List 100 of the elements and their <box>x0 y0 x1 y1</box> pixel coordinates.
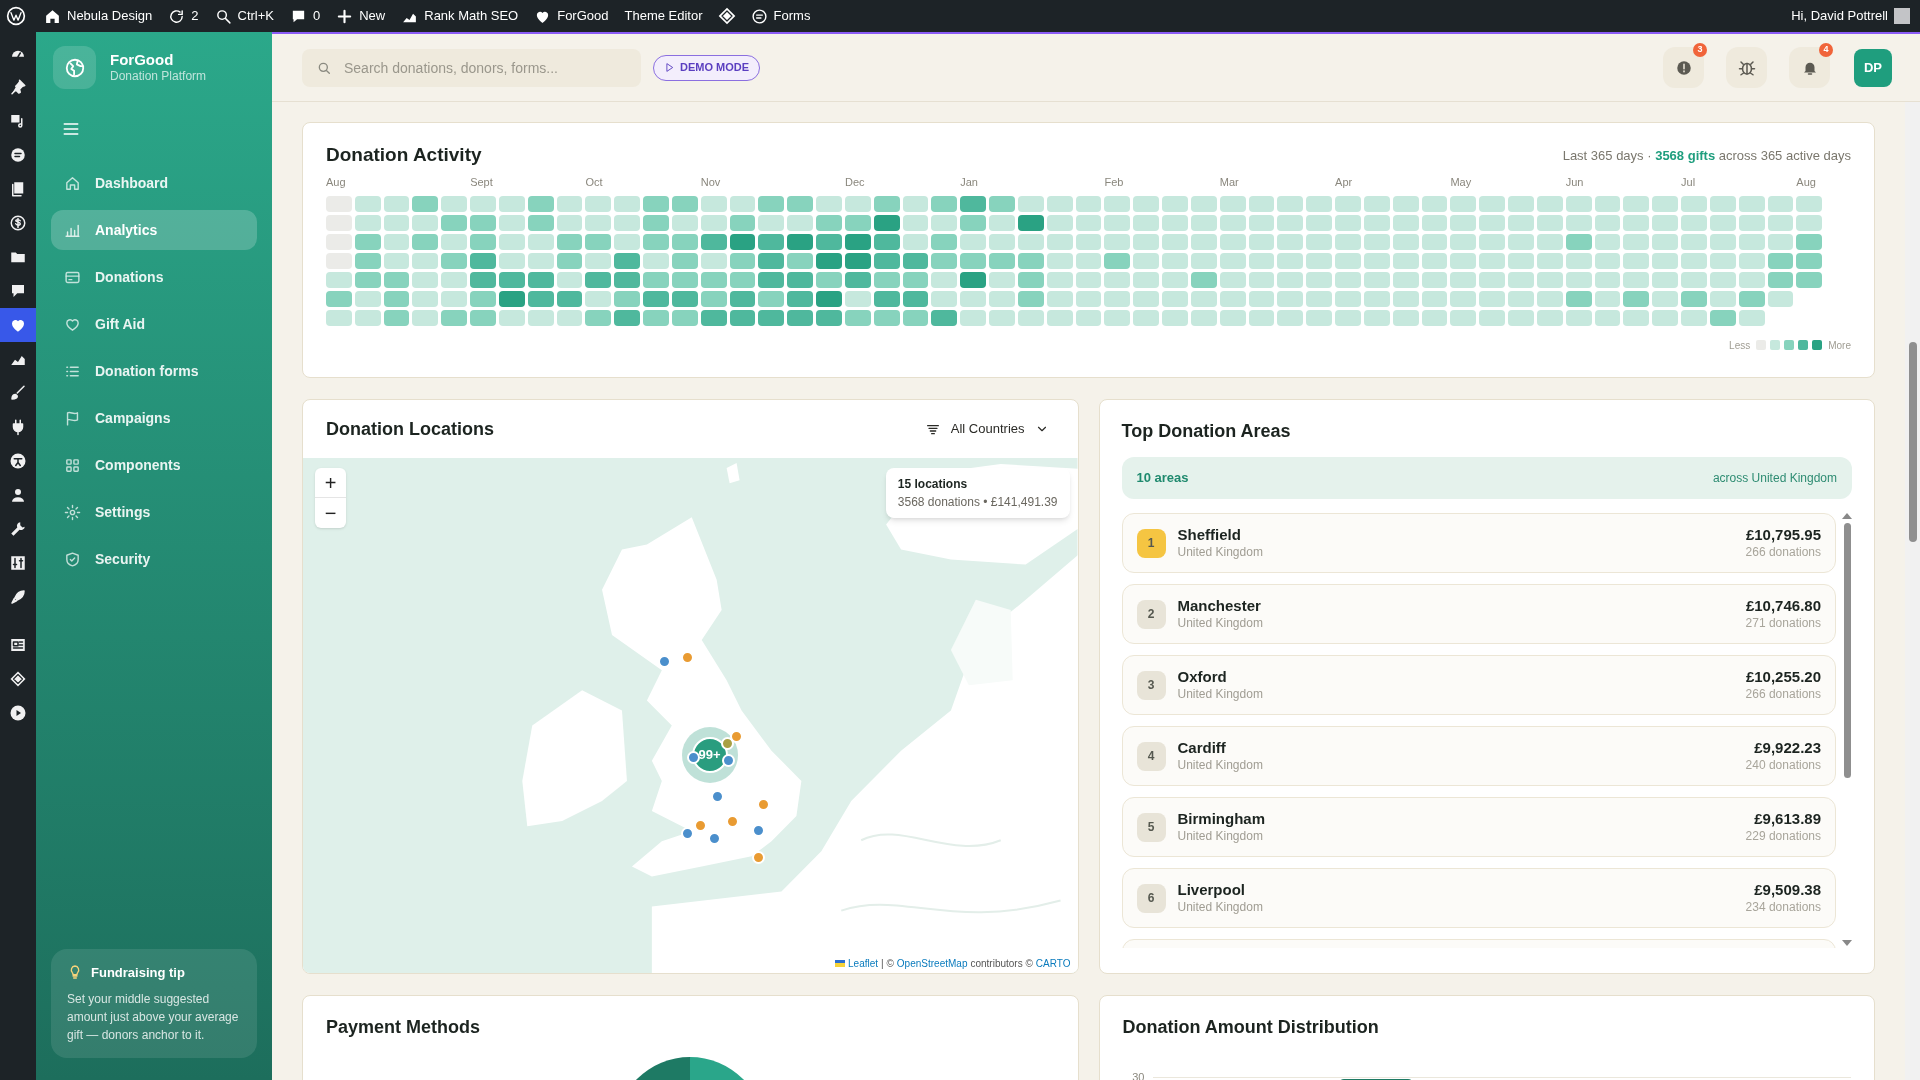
wordpress-logo-icon[interactable] <box>6 6 26 26</box>
globe-icon <box>63 56 86 79</box>
refresh-icon <box>168 7 186 25</box>
wrench-icon <box>9 520 27 538</box>
card-title: Payment Methods <box>326 1016 481 1039</box>
accessibility-icon <box>9 452 27 470</box>
count-badge: 3 <box>1693 43 1707 57</box>
attribution-link[interactable]: Leaflet <box>848 956 879 971</box>
donation-count: 266 donations <box>1745 686 1821 702</box>
area-amount: £9,509.38 <box>1754 881 1821 900</box>
area-name: Birmingham <box>1177 810 1266 829</box>
area-row[interactable]: 6 Liverpool United Kingdom £9,509.38 234 donations <box>1121 868 1836 928</box>
forms-icon <box>9 146 27 164</box>
month-label: Nov <box>700 174 721 190</box>
count-badge: 4 <box>1819 43 1833 57</box>
month-label: Jun <box>1565 174 1584 190</box>
admin-bar-link[interactable]: Nebula Design <box>36 0 161 32</box>
house-icon <box>64 174 81 192</box>
admin-bar-link[interactable]: 2 <box>160 0 207 32</box>
month-label: Jul <box>1681 174 1696 190</box>
rank-badge: 3 <box>1136 670 1166 700</box>
zoom-in-button[interactable]: + <box>315 468 346 498</box>
rank-badge: 5 <box>1136 812 1166 842</box>
month-label: Aug <box>1796 174 1816 190</box>
area-row[interactable]: 2 Manchester United Kingdom £10,746.80 271 donations <box>1121 584 1836 644</box>
area-row[interactable]: 4 Cardiff United Kingdom £9,922.23 240 donations <box>1121 726 1836 786</box>
search-icon <box>214 7 232 25</box>
diamond-icon[interactable] <box>716 6 737 26</box>
card-title: Top Donation Areas <box>1121 420 1292 443</box>
shield-icon <box>64 550 81 568</box>
legend-label: More <box>1828 338 1851 353</box>
nav-item[interactable]: Components <box>51 445 257 485</box>
month-label: Feb <box>1104 174 1124 190</box>
user-icon <box>9 486 27 504</box>
area-row[interactable]: 5 Birmingham United Kingdom £9,613.89 229 donations <box>1121 797 1836 857</box>
rank-badge: 4 <box>1136 741 1166 771</box>
card-title: Donation Amount Distribution <box>1122 1016 1380 1039</box>
brush-icon <box>9 384 27 402</box>
admin-bar-link[interactable]: ForGood <box>526 0 617 32</box>
area-row[interactable]: 1 Sheffield United Kingdom £10,795.95 266 donations <box>1121 513 1836 573</box>
forms-icon <box>750 7 768 25</box>
settings-icon <box>64 503 81 521</box>
debug-button[interactable] <box>1726 47 1767 88</box>
demo-mode-badge: DEMO MODE <box>653 54 761 81</box>
admin-bar-link[interactable]: New <box>328 0 394 32</box>
page-scrollbar[interactable] <box>1905 102 1920 1080</box>
grid-icon <box>64 456 81 474</box>
admin-bar-link[interactable]: 0 <box>282 0 329 32</box>
rank-badge: 6 <box>1136 883 1166 913</box>
month-label: May <box>1450 174 1472 190</box>
area-country: United Kingdom <box>1177 615 1264 631</box>
tooltip-detail: 3568 donations • £141,491.39 <box>897 494 1058 511</box>
activity-summary: Last 365 days · 3568 gifts across 365 active days <box>1562 146 1851 165</box>
area-country: United Kingdom <box>1177 544 1264 560</box>
card-title: Donation Locations <box>326 417 494 441</box>
legend-swatch <box>1812 340 1823 350</box>
area-name: Oxford <box>1177 668 1228 687</box>
month-label: Apr <box>1335 174 1353 190</box>
bug-icon <box>1737 58 1756 77</box>
play-icon <box>9 704 27 722</box>
admin-bar-link[interactable]: Rank Math SEO <box>393 0 527 32</box>
area-country: United Kingdom <box>1177 686 1264 702</box>
area-amount: £9,613.89 <box>1754 810 1821 829</box>
donation-count: 271 donations <box>1745 615 1821 631</box>
diamond-icon <box>9 670 27 688</box>
greeting-link[interactable]: Hi, David Pottrell <box>1785 6 1894 26</box>
area-name: Sheffield <box>1177 526 1242 545</box>
brand-name: ForGood <box>110 50 175 70</box>
brand-subtitle: Donation Platform <box>110 69 207 85</box>
legend-swatch <box>1798 340 1809 350</box>
admin-bar-link[interactable]: Forms <box>742 0 819 32</box>
donation-count: 240 donations <box>1745 757 1821 773</box>
donation-count: 229 donations <box>1745 828 1821 844</box>
newspaper-icon <box>9 636 27 654</box>
alert-icon <box>1674 58 1693 77</box>
play-icon <box>664 62 675 73</box>
month-label: Mar <box>1219 174 1239 190</box>
pin-icon <box>9 78 27 96</box>
area-country: United Kingdom <box>1177 899 1264 915</box>
area-name: Cardiff <box>1177 739 1227 758</box>
search-field[interactable]: Search donations, donors, forms... <box>302 48 641 87</box>
flag-icon <box>835 960 846 967</box>
area-country: United Kingdom <box>1177 757 1264 773</box>
nav-item[interactable]: Settings <box>51 492 257 532</box>
area-amount: £9,922.23 <box>1754 739 1821 758</box>
attribution-link[interactable]: OpenStreetMap <box>896 956 968 971</box>
legend-swatch <box>1770 340 1781 350</box>
area-scope: across United Kingdom <box>1712 470 1837 487</box>
country-filter[interactable]: All Countries <box>924 419 1049 439</box>
legend-label: Less <box>1729 338 1751 353</box>
nav-item[interactable]: Security <box>51 539 257 579</box>
admin-bar-link[interactable]: Ctrl+K <box>206 0 282 32</box>
area-count: 10 areas <box>1136 469 1189 488</box>
plus-icon <box>336 7 354 25</box>
admin-bar-link[interactable]: Theme Editor <box>616 0 711 32</box>
area-name: Manchester <box>1177 597 1262 616</box>
tooltip-title: 15 locations <box>897 476 969 493</box>
attribution-link[interactable]: CARTO <box>1035 956 1071 971</box>
zoom-out-button[interactable]: − <box>315 498 346 528</box>
area-row[interactable]: 3 Oxford United Kingdom £10,255.20 266 donations <box>1121 655 1836 715</box>
